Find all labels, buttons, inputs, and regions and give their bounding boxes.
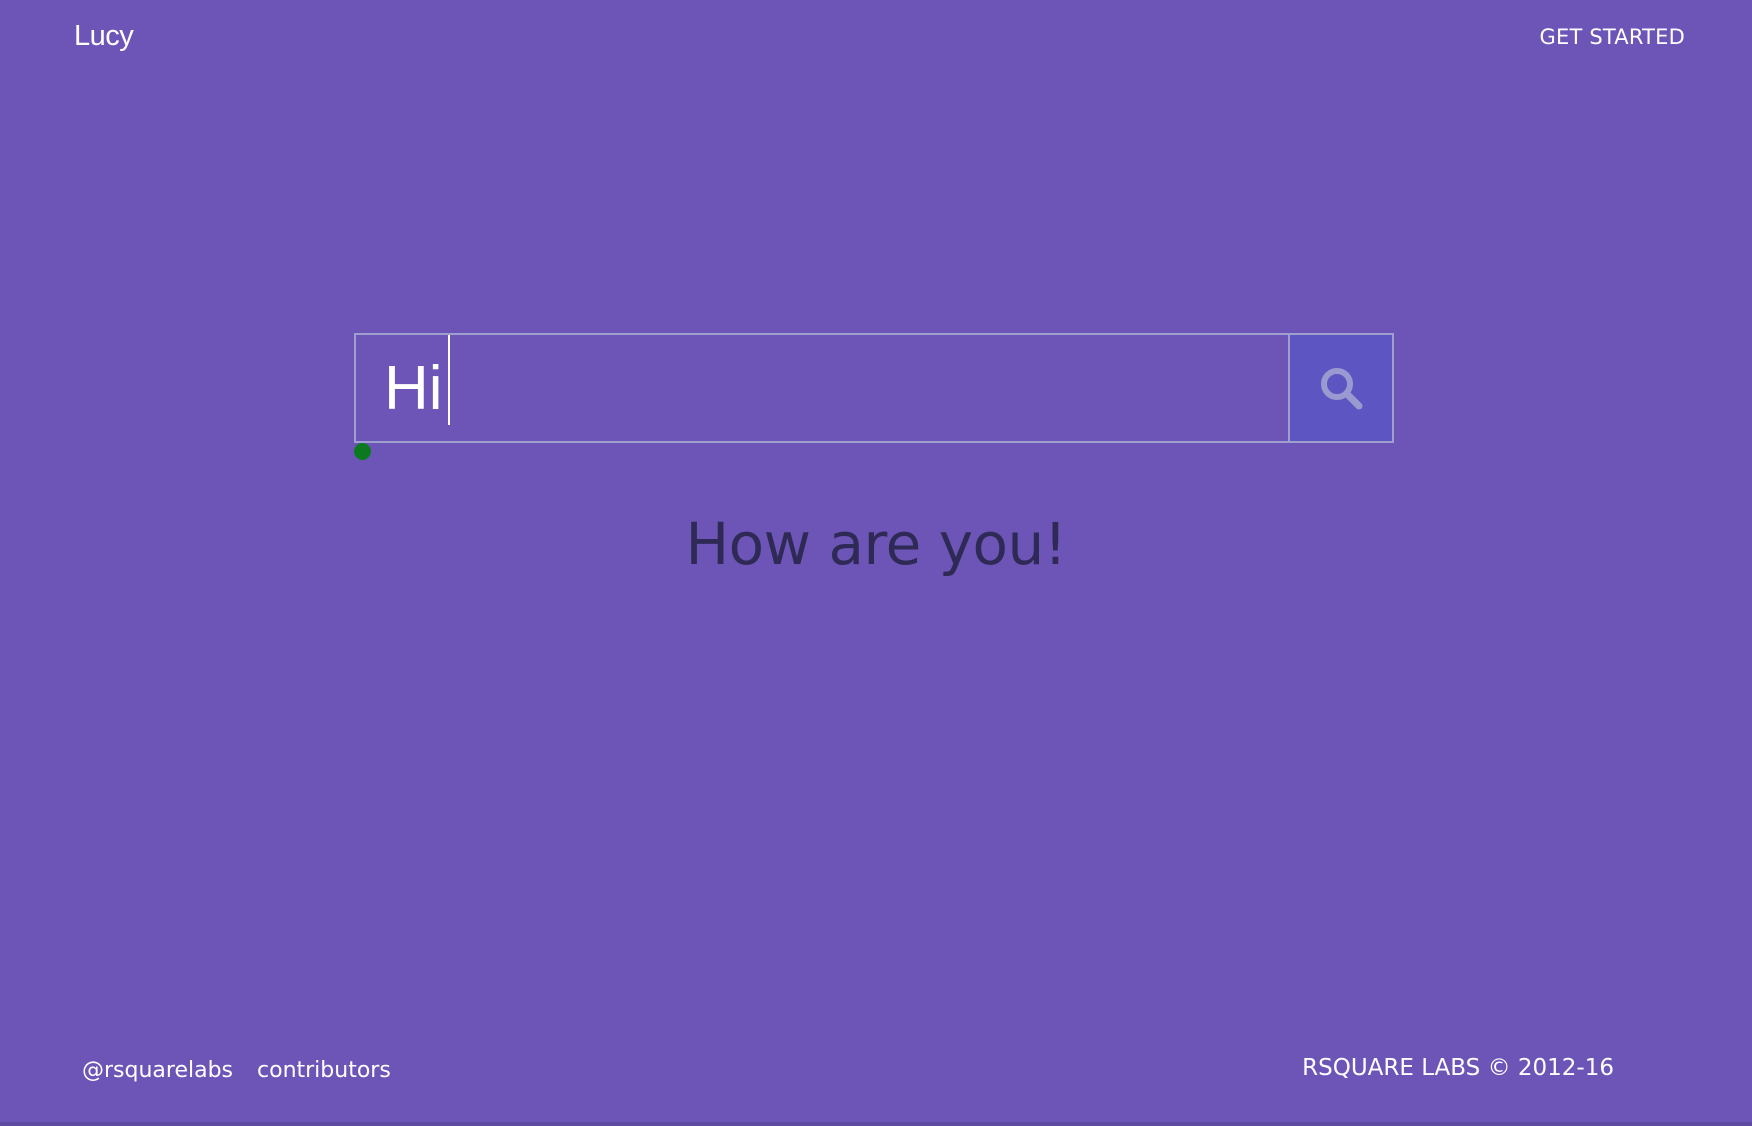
copyright-text: RSQUARE LABS © 2012-16 [1302,1055,1614,1081]
status-indicator-dot [354,443,371,460]
brand-logo-link[interactable]: Lucy [74,20,134,53]
top-navbar: Lucy GET STARTED [0,0,1752,80]
search-input[interactable] [356,335,1288,441]
search-input-container [354,333,1288,443]
text-cursor [448,335,450,425]
search-button[interactable] [1288,333,1394,443]
bottom-divider [0,1122,1752,1126]
search-icon [1321,368,1363,410]
response-message: How are you! [685,510,1067,578]
footer-link-contributors[interactable]: contributors [257,1058,391,1083]
get-started-link[interactable]: GET STARTED [1540,25,1685,49]
footer-links: @rsquarelabs contributors [82,1058,391,1083]
search-form [354,333,1394,443]
footer-link-rsquarelabs[interactable]: @rsquarelabs [82,1058,233,1083]
